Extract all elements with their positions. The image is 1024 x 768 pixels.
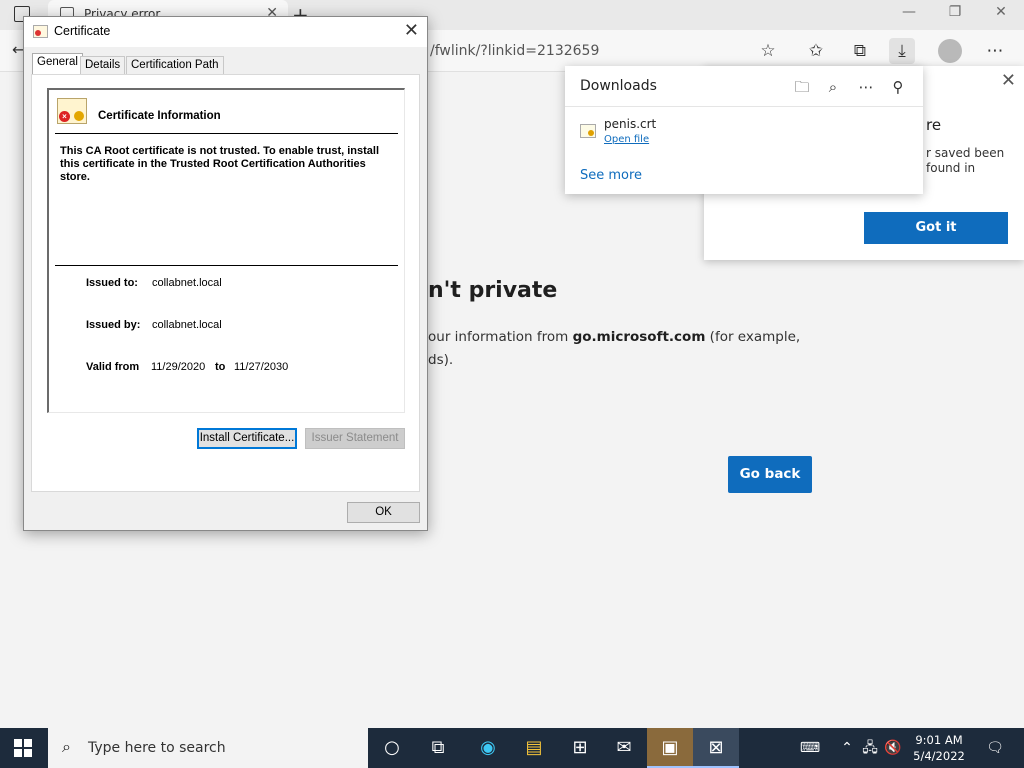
description-prefix: our information from (428, 329, 573, 345)
see-more-link[interactable]: See more (580, 168, 642, 183)
downloads-panel: Downloads 🗀 ⌕ ⋯ ⚲ penis.crt Open file Se… (565, 66, 923, 194)
show-hidden-icons-icon[interactable]: ⌃ (838, 728, 856, 768)
volume-muted-icon[interactable]: 🔇 (883, 728, 903, 768)
more-options-icon[interactable]: ⋯ (855, 76, 877, 98)
restore-icon[interactable]: ❐ (940, 4, 970, 20)
pin-icon[interactable]: ⚲ (887, 76, 909, 98)
minimize-icon[interactable]: — (894, 4, 924, 20)
mail-icon[interactable]: ✉ (601, 728, 647, 768)
search-placeholder: Type here to search (88, 740, 226, 756)
search-icon[interactable]: ⌕ (822, 76, 844, 98)
seal-icon (74, 111, 84, 121)
certificate-file-icon (580, 124, 596, 138)
certificate-dialog: Certificate ✕ General Details Certificat… (23, 16, 428, 531)
profile-icon[interactable] (938, 39, 962, 63)
favorites-icon[interactable]: ✩ (803, 38, 829, 64)
issued-by-value: collabnet.local (152, 319, 222, 331)
page-description: our information from go.microsoft.com (f… (428, 326, 800, 372)
system-clock[interactable]: 9:01 AM 5/4/2022 (906, 732, 972, 764)
untrusted-certificate-icon: × (57, 98, 87, 124)
address-bar[interactable]: /fwlink/?linkid=2132659 (430, 36, 790, 66)
clock-date: 5/4/2022 (913, 749, 965, 763)
general-tab-panel: × Certificate Information This CA Root c… (31, 74, 420, 492)
certificate-icon (33, 25, 48, 38)
valid-to-label: to (215, 361, 226, 373)
divider (55, 265, 398, 266)
taskbar-search[interactable]: ⌕ Type here to search (48, 728, 368, 768)
valid-from-label: Valid from (86, 361, 140, 373)
divider (55, 133, 398, 134)
windows-start-icon[interactable] (14, 739, 32, 757)
edge-icon[interactable]: ◉ (465, 728, 511, 768)
network-app-icon[interactable]: ▣ (647, 728, 693, 768)
keyboard-icon[interactable]: ⌨ (796, 728, 824, 768)
description-line2: ds). (428, 352, 454, 368)
trust-message: This CA Root certificate is not trusted.… (60, 145, 380, 183)
window-close-icon[interactable]: ✕ (986, 4, 1016, 20)
network-icon[interactable]: 🖧 (860, 728, 880, 768)
dialog-close-icon[interactable]: ✕ (404, 20, 419, 41)
description-domain: go.microsoft.com (572, 329, 706, 345)
downloads-title: Downloads (580, 78, 657, 94)
divider (565, 106, 923, 107)
issued-to-label: Issued to: (86, 277, 138, 289)
cortana-icon[interactable]: ○ (369, 728, 415, 768)
flyout-title: re (926, 116, 942, 134)
open-folder-icon[interactable]: 🗀 (791, 76, 813, 98)
notifications-icon[interactable]: 🗨 (980, 728, 1010, 768)
valid-to-value: 11/27/2030 (234, 361, 289, 373)
clock-time: 9:01 AM (915, 733, 963, 747)
add-favorite-icon[interactable]: ☆ (755, 38, 781, 64)
issuer-statement-button: Issuer Statement (305, 428, 405, 449)
collections-icon[interactable]: ⧉ (847, 38, 873, 64)
install-certificate-button[interactable]: Install Certificate... (197, 428, 297, 449)
taskbar: ⌕ Type here to search ○ ⧉ ◉ ▤ ⊞ ✉ ▣ ⊠ ⌨ … (0, 728, 1024, 768)
error-icon: × (59, 111, 70, 122)
tab-general[interactable]: General (32, 53, 83, 75)
download-file-name[interactable]: penis.crt (604, 117, 656, 131)
store-icon[interactable]: ⊞ (557, 728, 603, 768)
flyout-close-icon[interactable]: ✕ (1001, 70, 1016, 91)
page-title: n't private (428, 278, 558, 303)
file-explorer-icon[interactable]: ▤ (511, 728, 557, 768)
downloads-icon[interactable]: ⤓ (889, 38, 915, 64)
got-it-button[interactable]: Got it (864, 212, 1008, 244)
ok-button[interactable]: OK (347, 502, 420, 523)
go-back-button[interactable]: Go back (728, 456, 812, 493)
search-icon: ⌕ (62, 737, 71, 756)
tab-details[interactable]: Details (80, 56, 126, 75)
info-heading: Certificate Information (98, 110, 221, 122)
more-icon[interactable]: ⋯ (982, 38, 1008, 64)
task-view-icon[interactable]: ⧉ (415, 728, 461, 768)
dialog-titlebar: Certificate ✕ (24, 17, 427, 47)
valid-from-value: 11/29/2020 (151, 361, 206, 373)
tab-certification-path[interactable]: Certification Path (126, 56, 224, 75)
issued-to-value: collabnet.local (152, 277, 222, 289)
flyout-body: r saved been found in (926, 146, 1005, 175)
certificate-info-box: × Certificate Information This CA Root c… (47, 88, 405, 413)
open-file-link[interactable]: Open file (604, 134, 649, 145)
issued-by-label: Issued by: (86, 319, 141, 331)
certificate-app-icon[interactable]: ⊠ (693, 728, 739, 768)
description-suffix: (for example, (705, 329, 801, 345)
dialog-title: Certificate (54, 24, 111, 38)
